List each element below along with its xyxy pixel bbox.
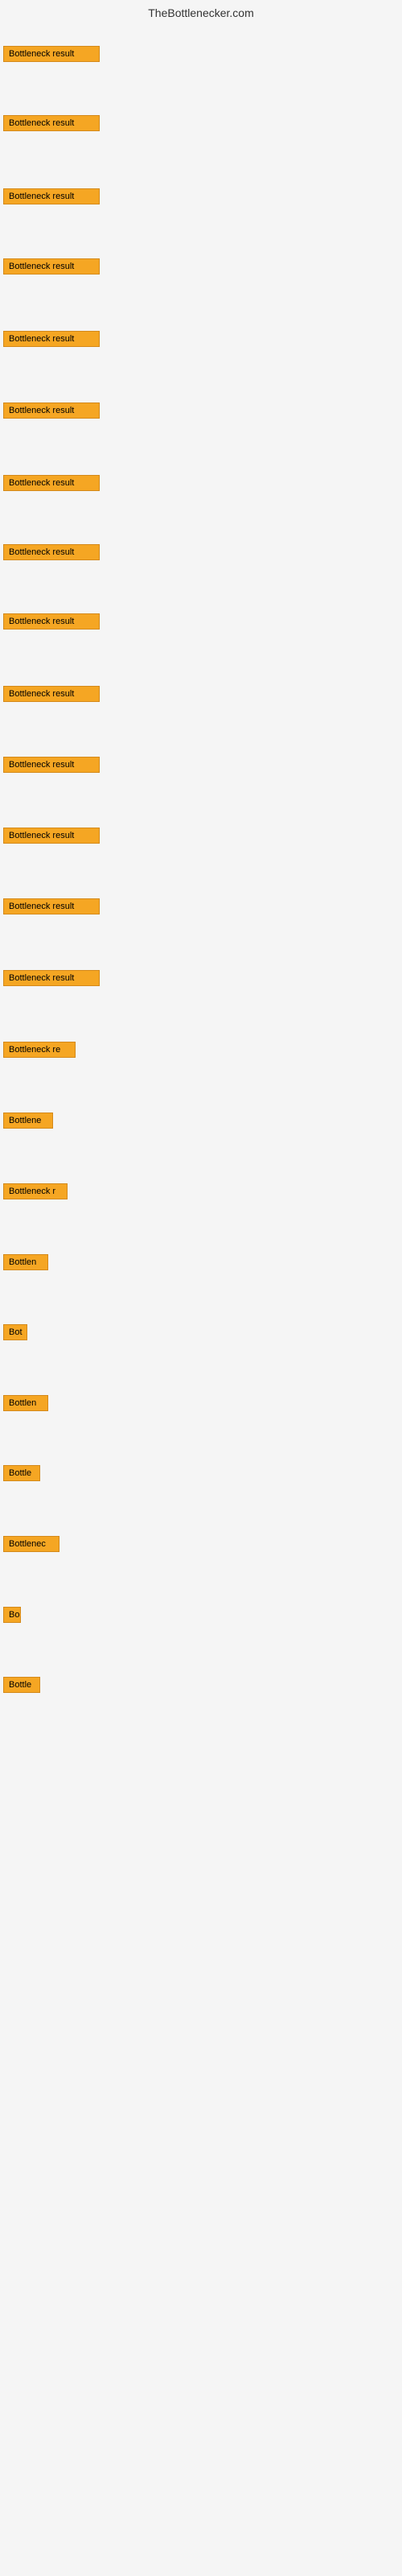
bottleneck-badge[interactable]: Bottleneck result xyxy=(3,898,100,914)
bottleneck-badge[interactable]: Bottleneck re xyxy=(3,1042,76,1058)
bottleneck-badge[interactable]: Bottle xyxy=(3,1465,40,1481)
bottleneck-badge[interactable]: Bo xyxy=(3,1607,21,1623)
bottleneck-badge[interactable]: Bottleneck result xyxy=(3,757,100,773)
bottleneck-badge[interactable]: Bottle xyxy=(3,1677,40,1693)
bottleneck-item: Bo xyxy=(3,1607,21,1627)
bottleneck-item: Bottleneck result xyxy=(3,475,100,495)
bottleneck-badge[interactable]: Bottleneck result xyxy=(3,331,100,347)
bottleneck-item: Bottle xyxy=(3,1677,40,1697)
bottleneck-item: Bottleneck result xyxy=(3,828,100,848)
bottleneck-badge[interactable]: Bottleneck result xyxy=(3,188,100,204)
bottleneck-item: Bottle xyxy=(3,1465,40,1485)
bottleneck-item: Bottleneck result xyxy=(3,613,100,634)
bottleneck-item: Bottleneck result xyxy=(3,757,100,777)
bottleneck-item: Bottleneck result xyxy=(3,331,100,351)
bottleneck-badge[interactable]: Bottleneck result xyxy=(3,475,100,491)
bottleneck-item: Bottleneck result xyxy=(3,970,100,990)
bottleneck-item: Bottlenec xyxy=(3,1536,59,1556)
bottleneck-item: Bottleneck result xyxy=(3,115,100,135)
bottleneck-item: Bot xyxy=(3,1324,27,1344)
bottleneck-item: Bottleneck result xyxy=(3,258,100,279)
bottleneck-item: Bottlen xyxy=(3,1395,48,1415)
site-title-bar: TheBottlenecker.com xyxy=(0,0,402,23)
bottleneck-item: Bottleneck r xyxy=(3,1183,68,1203)
bottleneck-badge[interactable]: Bottleneck result xyxy=(3,828,100,844)
bottleneck-badge[interactable]: Bottlene xyxy=(3,1113,53,1129)
bottleneck-badge[interactable]: Bottleneck result xyxy=(3,258,100,275)
bottleneck-badge[interactable]: Bottleneck result xyxy=(3,402,100,419)
bottleneck-item: Bottleneck result xyxy=(3,402,100,423)
bottleneck-badge[interactable]: Bottleneck result xyxy=(3,115,100,131)
bottleneck-badge[interactable]: Bottleneck r xyxy=(3,1183,68,1199)
bottleneck-item: Bottlen xyxy=(3,1254,48,1274)
bottleneck-item: Bottleneck result xyxy=(3,46,100,66)
bottleneck-badge[interactable]: Bottleneck result xyxy=(3,686,100,702)
bottleneck-badge[interactable]: Bottleneck result xyxy=(3,613,100,630)
site-title: TheBottlenecker.com xyxy=(0,0,402,23)
bottleneck-badge[interactable]: Bottlen xyxy=(3,1254,48,1270)
items-container: Bottleneck result Bottleneck result Bottle… xyxy=(0,23,402,1795)
bottleneck-item: Bottleneck result xyxy=(3,686,100,706)
bottleneck-badge[interactable]: Bottleneck result xyxy=(3,46,100,62)
bottleneck-badge[interactable]: Bottleneck result xyxy=(3,970,100,986)
bottleneck-badge[interactable]: Bot xyxy=(3,1324,27,1340)
bottleneck-badge[interactable]: Bottleneck result xyxy=(3,544,100,560)
bottleneck-badge[interactable]: Bottlenec xyxy=(3,1536,59,1552)
bottleneck-item: Bottleneck result xyxy=(3,898,100,919)
bottleneck-item: Bottleneck result xyxy=(3,188,100,208)
bottleneck-badge[interactable]: Bottlen xyxy=(3,1395,48,1411)
bottleneck-item: Bottleneck result xyxy=(3,544,100,564)
bottleneck-item: Bottleneck re xyxy=(3,1042,76,1062)
bottleneck-item: Bottlene xyxy=(3,1113,53,1133)
